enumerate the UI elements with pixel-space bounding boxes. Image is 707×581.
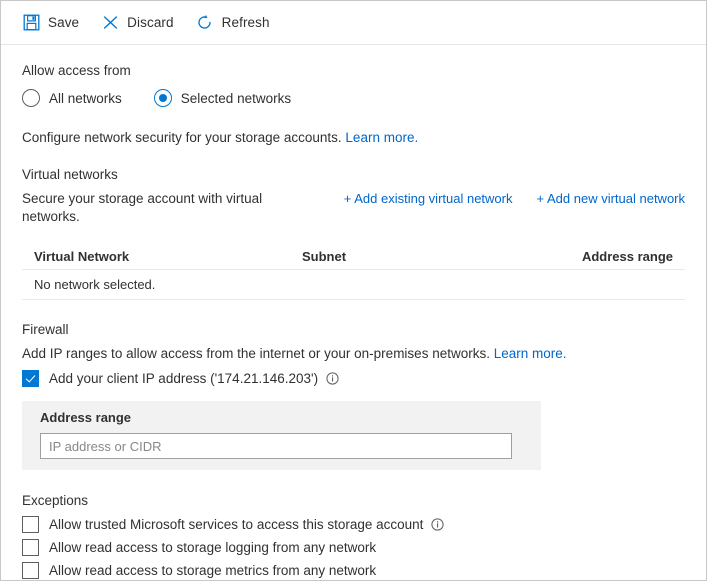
radio-all-networks[interactable]: All networks: [22, 89, 122, 107]
virtual-networks-table: Virtual Network Subnet Address range No …: [22, 244, 685, 300]
info-icon[interactable]: [431, 518, 445, 531]
exceptions-heading: Exceptions: [22, 493, 89, 508]
network-security-description-text: Configure network security for your stor…: [22, 130, 342, 145]
column-header-address-range: Address range: [581, 249, 673, 264]
firewall-heading: Firewall: [22, 322, 69, 337]
exception-storage-logging-row[interactable]: Allow read access to storage logging fro…: [22, 539, 685, 556]
table-row: No network selected.: [22, 270, 685, 300]
firewall-description-text: Add IP ranges to allow access from the i…: [22, 346, 490, 361]
radio-selected-networks-mark: [153, 89, 172, 107]
allow-access-radio-group: All networks Selected networks: [22, 89, 685, 107]
exception-storage-logging-label: Allow read access to storage logging fro…: [49, 540, 377, 555]
address-range-label: Address range: [40, 410, 132, 425]
exception-storage-metrics-row[interactable]: Allow read access to storage metrics fro…: [22, 562, 685, 579]
client-ip-checkbox[interactable]: [22, 370, 39, 387]
table-empty-message: No network selected.: [34, 277, 156, 292]
firewall-learn-more-link[interactable]: Learn more.: [494, 346, 567, 361]
exception-trusted-services-row[interactable]: Allow trusted Microsoft services to acce…: [22, 516, 685, 533]
exception-storage-metrics-checkbox[interactable]: [22, 562, 39, 579]
virtual-networks-subtext: Secure your storage account with virtual…: [22, 191, 263, 224]
exception-storage-logging-checkbox[interactable]: [22, 539, 39, 556]
column-header-virtual-network: Virtual Network: [34, 249, 130, 264]
radio-selected-networks-label: Selected networks: [180, 90, 292, 106]
radio-all-networks-label: All networks: [49, 90, 122, 106]
client-ip-checkbox-label: Add your client IP address ('174.21.146.…: [49, 371, 319, 386]
refresh-button-label: Refresh: [221, 15, 270, 30]
firewall-description: Add IP ranges to allow access from the i…: [22, 345, 685, 363]
virtual-networks-links: + Add existing virtual network + Add new…: [344, 191, 685, 206]
refresh-button[interactable]: Refresh: [196, 8, 270, 38]
address-range-field-block: Address range: [22, 401, 541, 470]
address-range-input[interactable]: [40, 433, 512, 459]
table-header-row: Virtual Network Subnet Address range: [22, 244, 685, 270]
virtual-networks-actions-row: Secure your storage account with virtual…: [22, 190, 685, 226]
discard-icon: [101, 14, 119, 32]
settings-content: Allow access from All networks Selected …: [1, 45, 706, 580]
radio-selected-networks[interactable]: Selected networks: [153, 89, 292, 107]
network-security-description: Configure network security for your stor…: [22, 129, 685, 147]
network-settings-page: Save Discard Refresh Allow access from A…: [0, 0, 707, 581]
radio-all-networks-mark: [22, 89, 40, 107]
virtual-networks-heading: Virtual networks: [22, 167, 118, 182]
exceptions-list: Allow trusted Microsoft services to acce…: [22, 516, 685, 579]
allow-access-from-heading: Allow access from: [22, 63, 131, 78]
command-toolbar: Save Discard Refresh: [1, 1, 706, 45]
exception-storage-metrics-label: Allow read access to storage metrics fro…: [49, 563, 377, 578]
refresh-icon: [196, 14, 214, 32]
column-header-subnet: Subnet: [302, 249, 347, 264]
client-ip-checkbox-row[interactable]: Add your client IP address ('174.21.146.…: [22, 370, 685, 387]
info-icon[interactable]: [326, 372, 339, 385]
add-existing-virtual-network-link[interactable]: + Add existing virtual network: [344, 191, 513, 206]
discard-button[interactable]: Discard: [101, 8, 174, 38]
save-button[interactable]: Save: [22, 8, 79, 38]
save-icon: [22, 14, 40, 32]
discard-button-label: Discard: [127, 15, 174, 30]
exception-trusted-services-label: Allow trusted Microsoft services to acce…: [49, 517, 424, 532]
network-security-learn-more-link[interactable]: Learn more.: [345, 130, 418, 145]
add-new-virtual-network-link[interactable]: + Add new virtual network: [537, 191, 686, 206]
exception-trusted-services-checkbox[interactable]: [22, 516, 39, 533]
save-button-label: Save: [48, 15, 80, 30]
